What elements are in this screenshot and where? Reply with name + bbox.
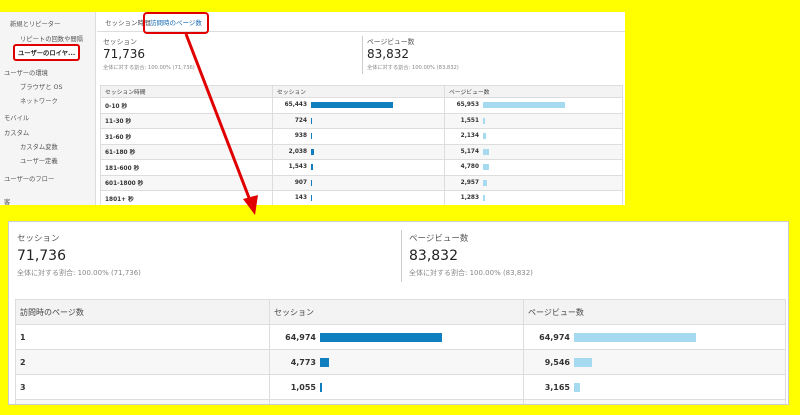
arrow-line	[184, 33, 253, 204]
callout-arrow	[184, 33, 258, 215]
arrow-head	[243, 195, 258, 215]
